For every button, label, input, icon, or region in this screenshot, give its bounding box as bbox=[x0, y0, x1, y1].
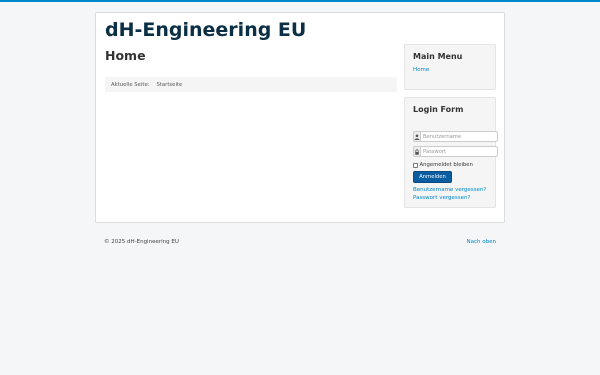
back-to-top-link[interactable]: Nach oben bbox=[467, 239, 496, 245]
menu-item-home[interactable]: Home bbox=[413, 67, 429, 73]
forgot-username-link[interactable]: Benutzername vergessen? bbox=[413, 187, 486, 193]
password-input[interactable] bbox=[420, 146, 498, 157]
forgot-password-link[interactable]: Passwort vergessen? bbox=[413, 195, 470, 201]
username-row bbox=[413, 131, 498, 142]
remember-label: Angemeldet bleiben bbox=[419, 162, 473, 168]
site-title[interactable]: dH-Engineering EU bbox=[105, 19, 306, 41]
main-menu-title: Main Menu bbox=[413, 52, 463, 61]
footer-copyright: © 2025 dH-Engineering EU bbox=[104, 239, 179, 245]
page-container: dH-Engineering EU Home Aktuelle Seite: S… bbox=[95, 12, 505, 223]
main-menu-module: Main Menu Home bbox=[404, 44, 496, 90]
login-form-module: Login Form Angemeldet bleiben Anmelden B… bbox=[404, 97, 498, 208]
password-row bbox=[413, 146, 498, 157]
login-button[interactable]: Anmelden bbox=[413, 171, 452, 183]
page-title: Home bbox=[105, 48, 146, 63]
username-input[interactable] bbox=[420, 131, 498, 142]
remember-checkbox[interactable] bbox=[413, 162, 418, 168]
user-icon bbox=[413, 131, 420, 142]
lock-icon bbox=[413, 146, 420, 157]
breadcrumb-current: Startseite bbox=[156, 81, 183, 88]
breadcrumb: Aktuelle Seite: Startseite bbox=[105, 77, 397, 92]
login-form-title: Login Form bbox=[413, 105, 464, 114]
breadcrumb-label: Aktuelle Seite: bbox=[111, 81, 150, 88]
remember-me[interactable]: Angemeldet bleiben bbox=[413, 162, 473, 168]
